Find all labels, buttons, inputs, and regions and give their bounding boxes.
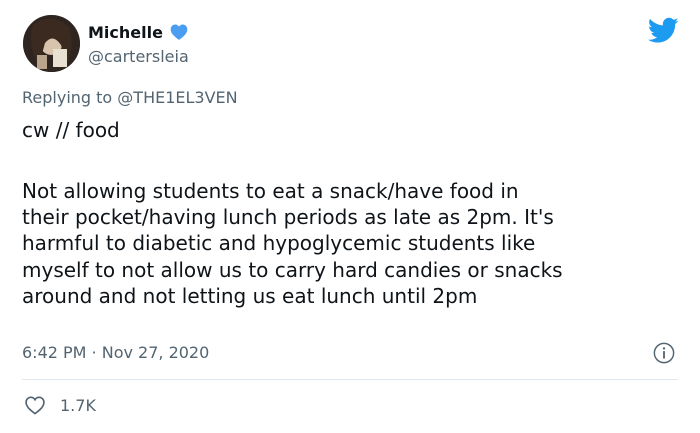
replying-to: Replying to @THE1EL3VEN bbox=[22, 88, 238, 107]
like-button[interactable]: 1.7K bbox=[24, 395, 96, 415]
tweet-body-line: Not allowing students to eat a snack/hav… bbox=[22, 179, 519, 203]
tweet-body-line: myself to not allow us to carry hard can… bbox=[22, 257, 563, 282]
avatar-image bbox=[23, 15, 80, 72]
tweet-body: Not allowing students to eat a snack/hav… bbox=[22, 178, 692, 309]
heart-icon[interactable] bbox=[24, 395, 46, 415]
replying-label: Replying to bbox=[22, 88, 113, 107]
tweet-body-line: around and not letting us eat lunch unti… bbox=[22, 283, 478, 308]
divider bbox=[22, 379, 678, 380]
tweet-body-line: harmful to diabetic and hypoglycemic stu… bbox=[22, 231, 536, 256]
author-display-name[interactable]: Michelle bbox=[88, 23, 163, 42]
avatar[interactable] bbox=[23, 15, 80, 72]
replying-mention-link[interactable]: @THE1EL3VEN bbox=[117, 88, 237, 107]
info-icon[interactable] bbox=[653, 342, 675, 364]
heart-verified-icon bbox=[170, 24, 188, 40]
author-handle[interactable]: @cartersleia bbox=[88, 47, 189, 66]
tweet-timestamp[interactable]: 6:42 PM · Nov 27, 2020 bbox=[22, 343, 209, 362]
author-name-row[interactable]: Michelle bbox=[88, 21, 189, 43]
content-warning: cw // food bbox=[22, 118, 120, 142]
like-count: 1.7K bbox=[60, 395, 96, 415]
twitter-bird-icon[interactable] bbox=[648, 17, 679, 44]
tweet-body-line: their pocket/having lunch periods as lat… bbox=[22, 205, 554, 230]
